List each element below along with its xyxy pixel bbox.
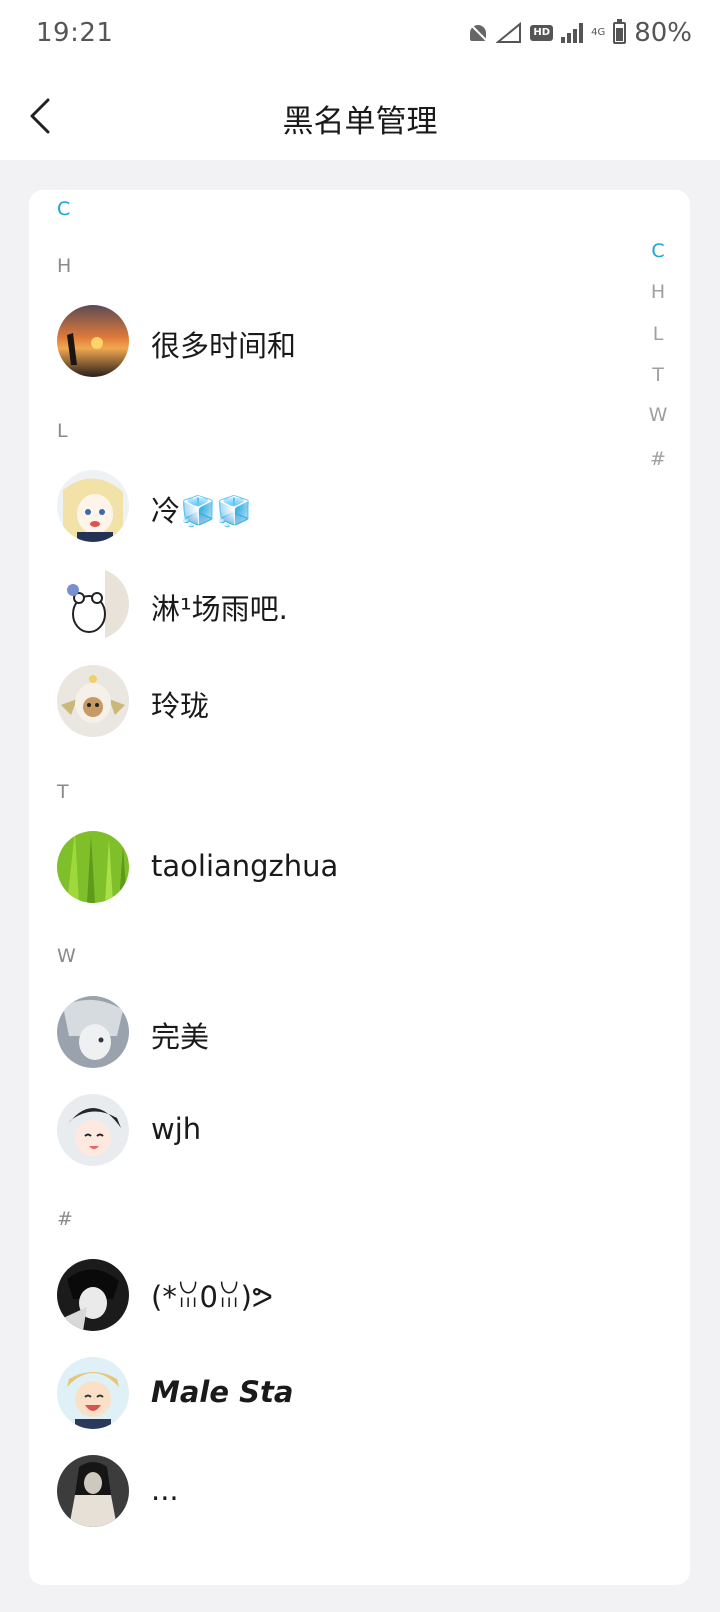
contact-name: Male Sta bbox=[151, 1375, 294, 1409]
contact-row[interactable]: 冷🧊🧊 bbox=[29, 458, 619, 554]
contact-name: (*ꈍ0ꈍ)ᕗ bbox=[151, 1280, 273, 1314]
section-header-hash: # bbox=[57, 1208, 73, 1230]
contact-name: wjh bbox=[151, 1112, 202, 1146]
avatar bbox=[57, 470, 129, 542]
avatar bbox=[57, 305, 129, 377]
contact-row[interactable]: 很多时间和 bbox=[29, 293, 619, 389]
battery-percentage: 80% bbox=[634, 18, 692, 48]
contact-name: 淋¹场雨吧. bbox=[151, 592, 288, 626]
avatar bbox=[57, 1259, 129, 1331]
avatar bbox=[57, 996, 129, 1068]
status-time: 19:21 bbox=[36, 18, 114, 48]
index-letter-h[interactable]: H bbox=[638, 281, 678, 303]
network-4g-icon: 4G bbox=[591, 27, 606, 38]
status-bar: 19:21 HD 4G 80% bbox=[0, 0, 720, 72]
blacklist-card: C H 很多时间和 L 冷🧊🧊 淋¹场雨吧. 玲珑 T taoliangzhua… bbox=[29, 190, 690, 1585]
contact-row[interactable]: taoliangzhua bbox=[29, 819, 619, 915]
contact-name: 冷🧊🧊 bbox=[151, 494, 253, 528]
contact-row[interactable]: 淋¹场雨吧. bbox=[29, 556, 619, 652]
avatar bbox=[57, 568, 129, 640]
contact-name: taoliangzhua bbox=[151, 849, 339, 883]
contact-row[interactable]: ... bbox=[29, 1443, 619, 1539]
avatar bbox=[57, 1357, 129, 1429]
contact-row[interactable]: Male Sta bbox=[29, 1345, 619, 1441]
section-header-c: C bbox=[57, 198, 71, 220]
contact-row[interactable]: (*ꈍ0ꈍ)ᕗ bbox=[29, 1247, 619, 1343]
index-letter-t[interactable]: T bbox=[638, 364, 678, 386]
section-header-l: L bbox=[57, 420, 68, 442]
signal-empty-icon bbox=[496, 22, 522, 44]
contact-row[interactable]: 玲珑 bbox=[29, 653, 619, 749]
muted-bell-icon bbox=[468, 23, 488, 43]
avatar bbox=[57, 1094, 129, 1166]
signal-bars-icon bbox=[561, 23, 584, 43]
avatar bbox=[57, 1455, 129, 1527]
index-letter-hash[interactable]: # bbox=[638, 448, 678, 470]
page-title: 黑名单管理 bbox=[282, 104, 438, 140]
header-bar: 黑名单管理 bbox=[0, 72, 720, 160]
contact-name: ... bbox=[151, 1473, 179, 1507]
contact-row[interactable]: 完美 bbox=[29, 984, 619, 1080]
status-icons: HD 4G 80% bbox=[468, 18, 692, 48]
avatar bbox=[57, 665, 129, 737]
section-header-w: W bbox=[57, 945, 76, 967]
index-letter-c[interactable]: C bbox=[638, 240, 678, 262]
contact-name: 很多时间和 bbox=[151, 329, 297, 363]
index-letter-l[interactable]: L bbox=[638, 323, 678, 345]
index-letter-w[interactable]: W bbox=[638, 404, 678, 426]
section-header-h: H bbox=[57, 255, 72, 277]
hd-icon: HD bbox=[530, 25, 554, 41]
avatar bbox=[57, 831, 129, 903]
contact-row[interactable]: wjh bbox=[29, 1082, 619, 1178]
battery-icon bbox=[613, 19, 627, 44]
section-header-t: T bbox=[57, 781, 69, 803]
contact-name: 玲珑 bbox=[151, 689, 210, 723]
contact-name: 完美 bbox=[151, 1020, 210, 1054]
